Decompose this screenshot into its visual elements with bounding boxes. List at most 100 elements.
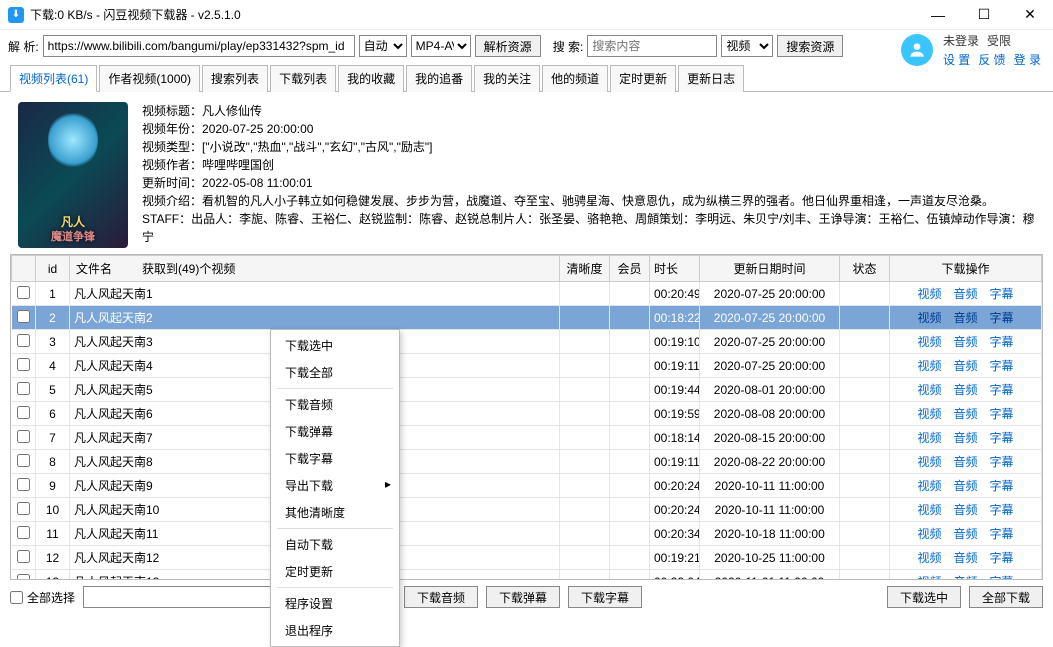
op-sub-link[interactable]: 字幕 <box>990 455 1014 469</box>
col-vip[interactable]: 会员 <box>610 256 650 282</box>
op-video-link[interactable]: 视频 <box>917 527 941 541</box>
op-audio-link[interactable]: 音频 <box>953 311 977 325</box>
col-id[interactable]: id <box>36 256 70 282</box>
col-status[interactable]: 状态 <box>840 256 890 282</box>
row-checkbox[interactable] <box>17 502 30 515</box>
menu-item[interactable]: 下载全部 <box>271 359 399 386</box>
search-type-select[interactable]: 视频 <box>721 35 773 57</box>
table-row[interactable]: 7凡人风起天南700:18:142020-08-15 20:00:00视频音频字… <box>12 426 1042 450</box>
op-audio-link[interactable]: 音频 <box>953 503 977 517</box>
tab-7[interactable]: 他的频道 <box>542 65 608 92</box>
download-selected-button[interactable]: 下载选中 <box>887 586 961 608</box>
op-sub-link[interactable]: 字幕 <box>990 383 1014 397</box>
op-audio-link[interactable]: 音频 <box>953 551 977 565</box>
avatar[interactable] <box>901 34 933 66</box>
close-button[interactable]: ✕ <box>1007 0 1053 30</box>
download-sub-button[interactable]: 下载字幕 <box>568 586 642 608</box>
op-sub-link[interactable]: 字幕 <box>990 479 1014 493</box>
tab-2[interactable]: 搜索列表 <box>202 65 268 92</box>
menu-item[interactable]: 自动下载 <box>271 531 399 558</box>
col-clarity[interactable]: 清晰度 <box>560 256 610 282</box>
op-video-link[interactable]: 视频 <box>917 503 941 517</box>
minimize-button[interactable]: — <box>915 0 961 30</box>
op-sub-link[interactable]: 字幕 <box>990 527 1014 541</box>
op-audio-link[interactable]: 音频 <box>953 407 977 421</box>
op-sub-link[interactable]: 字幕 <box>990 311 1014 325</box>
op-audio-link[interactable]: 音频 <box>953 335 977 349</box>
op-sub-link[interactable]: 字幕 <box>990 359 1014 373</box>
col-ops[interactable]: 下载操作 <box>890 256 1042 282</box>
row-checkbox[interactable] <box>17 478 30 491</box>
download-audio-button[interactable]: 下载音频 <box>404 586 478 608</box>
table-row[interactable]: 12凡人风起天南1200:19:212020-10-25 11:00:00视频音… <box>12 546 1042 570</box>
op-video-link[interactable]: 视频 <box>917 407 941 421</box>
menu-item[interactable]: 导出下载▸ <box>271 472 399 499</box>
menu-item[interactable]: 程序设置 <box>271 590 399 617</box>
op-sub-link[interactable]: 字幕 <box>990 431 1014 445</box>
op-audio-link[interactable]: 音频 <box>953 431 977 445</box>
auto-select[interactable]: 自动 <box>359 35 407 57</box>
row-checkbox[interactable] <box>17 526 30 539</box>
op-video-link[interactable]: 视频 <box>917 335 941 349</box>
download-danmu-button[interactable]: 下载弹幕 <box>486 586 560 608</box>
op-sub-link[interactable]: 字幕 <box>990 575 1014 579</box>
op-video-link[interactable]: 视频 <box>917 359 941 373</box>
row-checkbox[interactable] <box>17 286 30 299</box>
table-row[interactable]: 11凡人风起天南1100:20:342020-10-18 11:00:00视频音… <box>12 522 1042 546</box>
op-sub-link[interactable]: 字幕 <box>990 287 1014 301</box>
op-audio-link[interactable]: 音频 <box>953 383 977 397</box>
col-date[interactable]: 更新日期时间 <box>700 256 840 282</box>
op-audio-link[interactable]: 音频 <box>953 455 977 469</box>
tab-1[interactable]: 作者视频(1000) <box>99 65 200 92</box>
table-row[interactable]: 4凡人风起天南400:19:112020-07-25 20:00:00视频音频字… <box>12 354 1042 378</box>
table-row[interactable]: 10凡人风起天南1000:20:242020-10-11 11:00:00视频音… <box>12 498 1042 522</box>
table-row[interactable]: 1凡人风起天南100:20:492020-07-25 20:00:00视频音频字… <box>12 282 1042 306</box>
op-video-link[interactable]: 视频 <box>917 455 941 469</box>
menu-item[interactable]: 下载音频 <box>271 391 399 418</box>
table-row[interactable]: 9凡人风起天南900:20:242020-10-11 11:00:00视频音频字… <box>12 474 1042 498</box>
row-checkbox[interactable] <box>17 430 30 443</box>
format-select[interactable]: MP4-AVC <box>411 35 471 57</box>
row-checkbox[interactable] <box>17 550 30 563</box>
search-button[interactable]: 搜索资源 <box>777 35 843 57</box>
parse-button[interactable]: 解析资源 <box>475 35 541 57</box>
op-video-link[interactable]: 视频 <box>917 287 941 301</box>
download-all-button[interactable]: 全部下载 <box>969 586 1043 608</box>
op-video-link[interactable]: 视频 <box>917 311 941 325</box>
maximize-button[interactable]: ☐ <box>961 0 1007 30</box>
table-row[interactable]: 5凡人风起天南500:19:442020-08-01 20:00:00视频音频字… <box>12 378 1042 402</box>
menu-item[interactable]: 定时更新 <box>271 558 399 585</box>
op-audio-link[interactable]: 音频 <box>953 359 977 373</box>
row-checkbox[interactable] <box>17 334 30 347</box>
table-row[interactable]: 8凡人风起天南800:19:112020-08-22 20:00:00视频音频字… <box>12 450 1042 474</box>
row-checkbox[interactable] <box>17 382 30 395</box>
op-video-link[interactable]: 视频 <box>917 575 941 579</box>
menu-item[interactable]: 下载选中 <box>271 332 399 359</box>
feedback-link[interactable]: 反 馈 <box>978 51 1005 68</box>
col-filename[interactable]: 文件名获取到(49)个视频 <box>70 256 560 282</box>
tab-8[interactable]: 定时更新 <box>610 65 676 92</box>
row-checkbox[interactable] <box>17 358 30 371</box>
tab-3[interactable]: 下载列表 <box>270 65 336 92</box>
op-video-link[interactable]: 视频 <box>917 479 941 493</box>
table-row[interactable]: 13凡人风起天南1300:22:042020-11-01 11:00:00视频音… <box>12 570 1042 580</box>
select-all-checkbox[interactable]: 全部选择 <box>10 589 75 606</box>
col-duration[interactable]: 时长 <box>650 256 700 282</box>
table-row[interactable]: 6凡人风起天南600:19:592020-08-08 20:00:00视频音频字… <box>12 402 1042 426</box>
row-checkbox[interactable] <box>17 574 30 580</box>
table-row[interactable]: 3凡人风起天南300:19:102020-07-25 20:00:00视频音频字… <box>12 330 1042 354</box>
menu-item[interactable]: 下载字幕 <box>271 445 399 472</box>
op-audio-link[interactable]: 音频 <box>953 527 977 541</box>
menu-item[interactable]: 下载弹幕 <box>271 418 399 445</box>
menu-item[interactable]: 其他清晰度 <box>271 499 399 526</box>
op-sub-link[interactable]: 字幕 <box>990 551 1014 565</box>
tab-4[interactable]: 我的收藏 <box>338 65 404 92</box>
op-audio-link[interactable]: 音频 <box>953 575 977 579</box>
login-link[interactable]: 登 录 <box>1014 51 1041 68</box>
tab-5[interactable]: 我的追番 <box>406 65 472 92</box>
op-sub-link[interactable]: 字幕 <box>990 407 1014 421</box>
menu-item[interactable]: 退出程序 <box>271 617 399 644</box>
op-sub-link[interactable]: 字幕 <box>990 335 1014 349</box>
tab-0[interactable]: 视频列表(61) <box>10 65 97 92</box>
op-video-link[interactable]: 视频 <box>917 551 941 565</box>
